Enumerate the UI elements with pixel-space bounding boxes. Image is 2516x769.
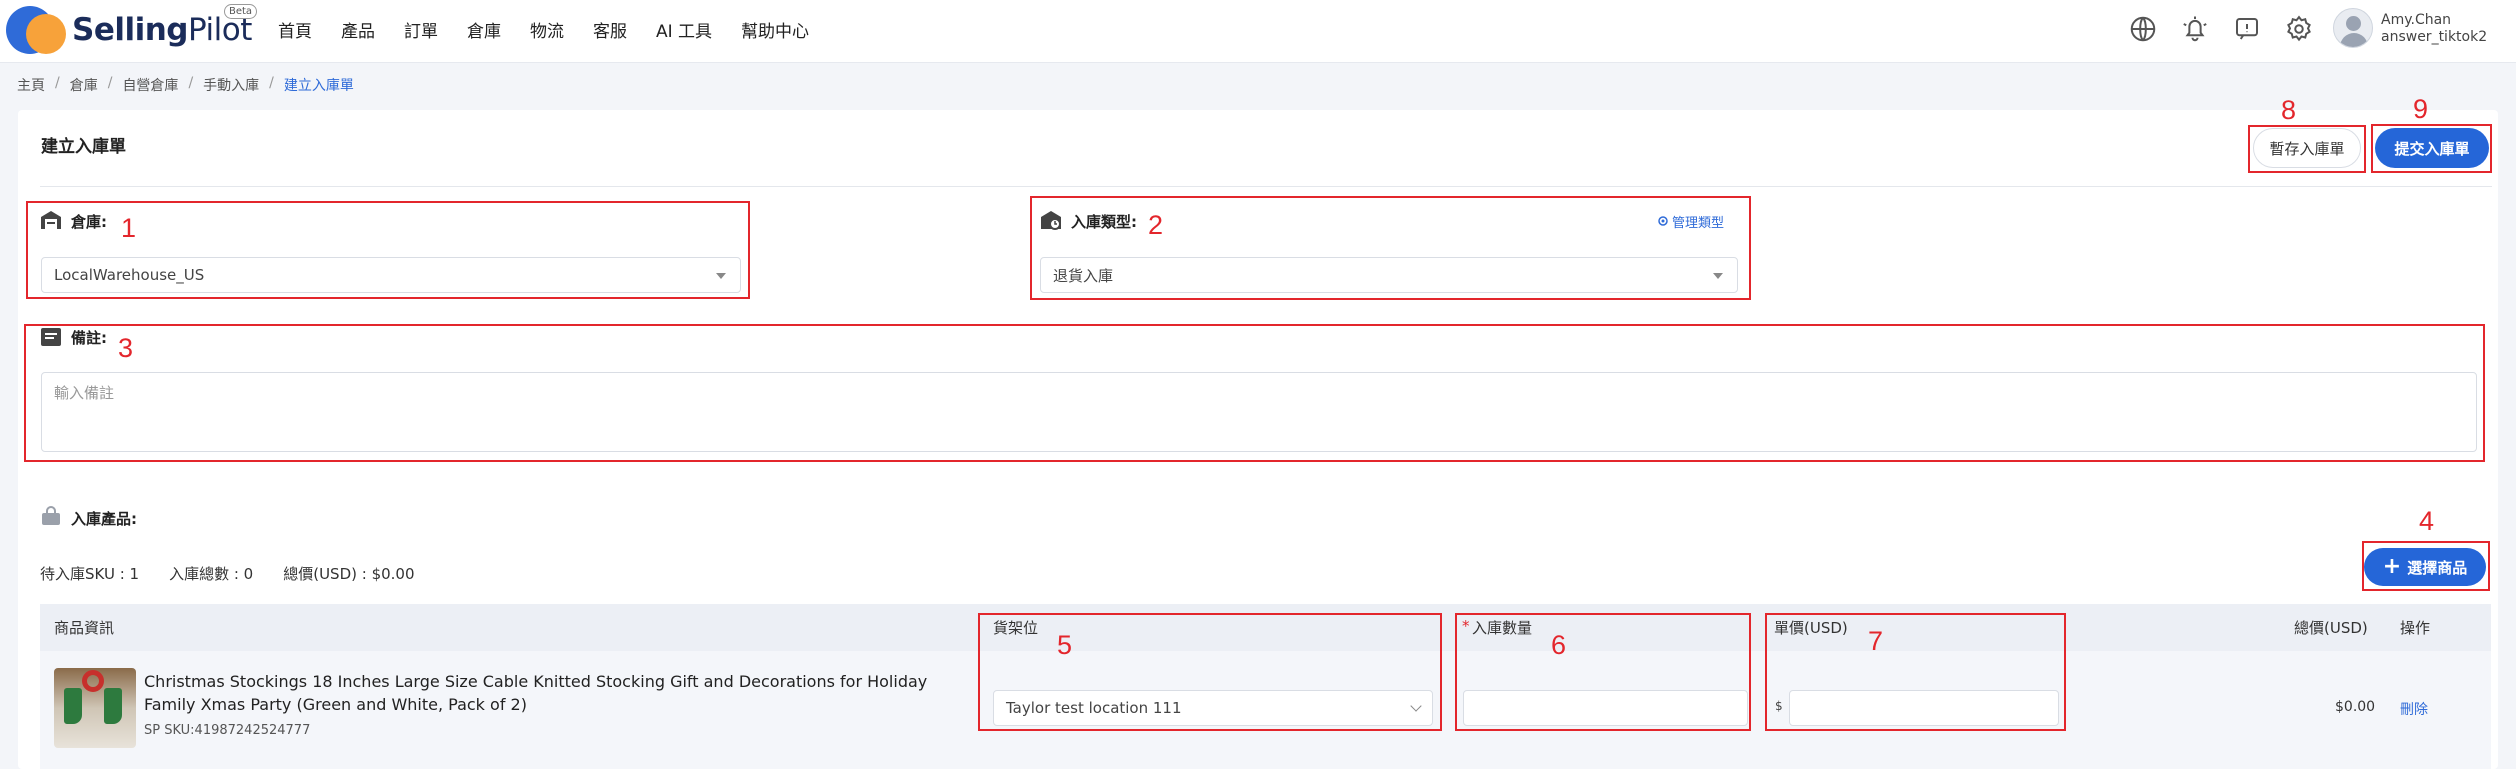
nav-item-logistics[interactable]: 物流 [530,17,564,42]
col-action: 操作 [2400,619,2431,637]
beta-badge: Beta [224,4,258,19]
product-sku: SP SKU:41987242524777 [144,723,311,738]
product-thumbnail [54,668,136,748]
breadcrumb-current: 建立入庫單 [283,78,354,94]
products-stats: 待入庫SKU : 1 入庫總數 : 0 總價(USD) : $0.00 [40,563,415,584]
brand-name[interactable]: SellingPilot [72,12,252,48]
logo-icon[interactable] [6,6,66,54]
nav-item-products[interactable]: 產品 [341,17,375,42]
col-product-info: 商品資訊 [54,619,115,637]
annotation-number-4: 4 [2419,506,2435,536]
avatar[interactable] [2333,8,2373,48]
nav-item-home[interactable]: 首頁 [278,17,312,42]
globe-icon[interactable] [2128,14,2158,44]
main-nav: 首頁 產品 訂單 倉庫 物流 客服 AI 工具 幫助中心 [278,17,838,42]
annotation-number-5: 5 [1057,630,1073,660]
annotation-number-9: 9 [2413,94,2429,124]
bag-icon [42,506,60,525]
annotation-box-7 [1765,613,2066,731]
annotation-box-6 [1455,613,1751,731]
annotation-box-8 [2248,125,2366,173]
annotation-box-2 [1030,196,1751,300]
annotation-number-3: 3 [118,333,134,363]
inbound-total-count: 入庫總數 : 0 [169,565,254,583]
annotation-number-7: 7 [1868,626,1884,656]
col-total: 總價(USD) [2294,619,2368,637]
divider [40,186,2492,187]
breadcrumb: 主頁 / 倉庫 / 自營倉庫 / 手動入庫 / 建立入庫單 [17,75,354,95]
delete-link[interactable]: 刪除 [2400,699,2428,719]
settings-gear-icon[interactable] [2284,14,2314,44]
feedback-icon[interactable] [2232,14,2262,44]
annotation-box-5 [978,613,1442,731]
annotation-box-4 [2362,541,2490,591]
breadcrumb-manual-inbound[interactable]: 手動入庫 [203,75,259,95]
annotation-number-8: 8 [2281,95,2297,125]
annotation-box-9 [2371,124,2492,173]
breadcrumb-warehouse[interactable]: 倉庫 [70,75,98,95]
nav-item-support[interactable]: 客服 [593,17,627,42]
nav-item-warehouse[interactable]: 倉庫 [467,17,501,42]
nav-item-ai-tools[interactable]: AI 工具 [656,17,712,42]
breadcrumb-own-warehouse[interactable]: 自營倉庫 [122,75,178,95]
annotation-box-3 [24,324,2485,462]
nav-item-help[interactable]: 幫助中心 [741,17,809,42]
pending-sku-count: 待入庫SKU : 1 [40,565,140,583]
annotation-number-6: 6 [1551,630,1567,660]
total-price: 總價(USD) : $0.00 [283,565,415,583]
user-name: Amy.Chan [2381,12,2452,28]
breadcrumb-home[interactable]: 主頁 [17,75,45,95]
row-total: $0.00 [2335,699,2376,715]
bell-icon[interactable] [2180,14,2210,44]
user-account: answer_tiktok2 [2381,29,2488,45]
nav-item-orders[interactable]: 訂單 [404,17,438,42]
products-section-label: 入庫產品: [71,510,137,528]
product-title[interactable]: Christmas Stockings 18 Inches Large Size… [144,670,974,716]
user-info[interactable]: Amy.Chan answer_tiktok2 [2381,12,2487,46]
annotation-number-1: 1 [121,213,137,243]
top-navbar: SellingPilot Beta 首頁 產品 訂單 倉庫 物流 客服 AI 工… [0,0,2516,63]
page-title: 建立入庫單 [41,137,126,157]
annotation-number-2: 2 [1148,210,1164,240]
